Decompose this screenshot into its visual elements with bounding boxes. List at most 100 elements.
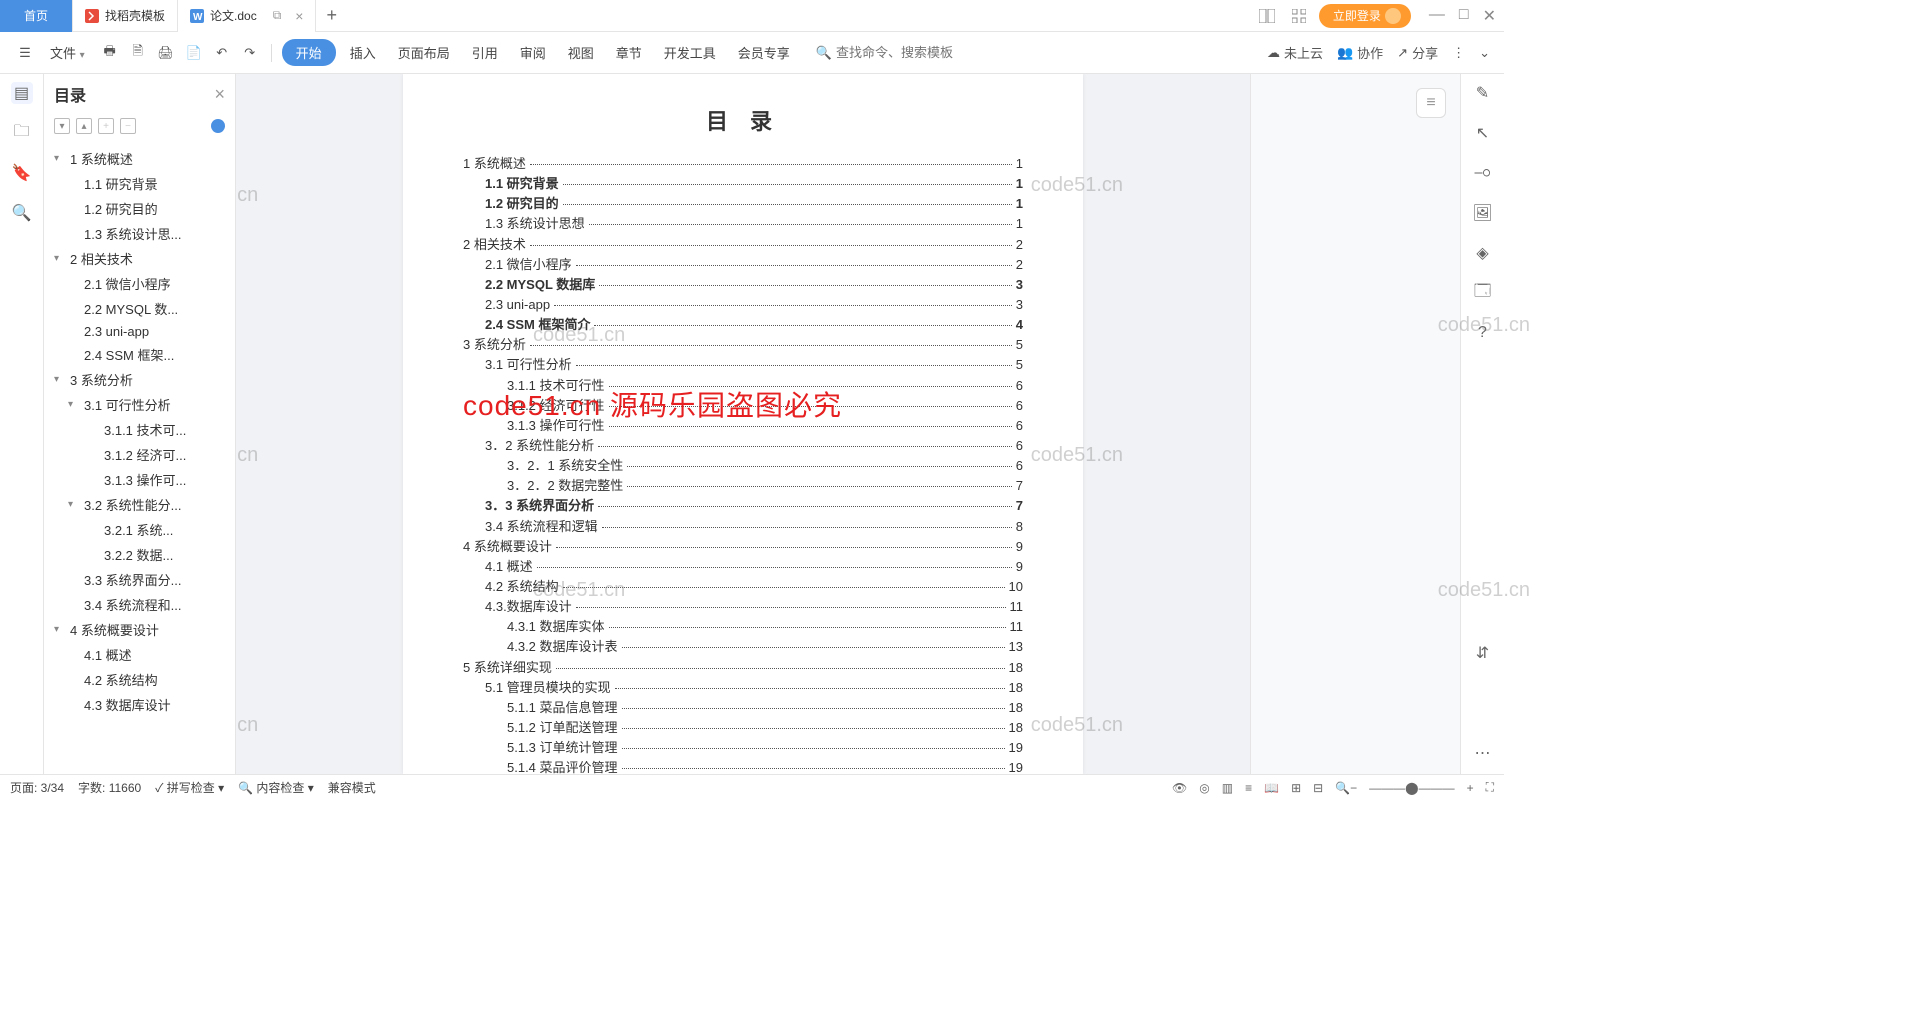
outline-node[interactable]: ▾4 系统概要设计 xyxy=(44,617,235,642)
outline-node[interactable]: 3.3 系统界面分... xyxy=(44,567,235,592)
outline-node[interactable]: ▾2 相关技术 xyxy=(44,246,235,271)
tab-templates[interactable]: 找稻壳模板 xyxy=(73,0,178,32)
outline-node[interactable]: 1.1 研究背景 xyxy=(44,171,235,196)
outline-node[interactable]: 3.2.1 系统... xyxy=(44,517,235,542)
toc-entry[interactable]: 1.1 研究背景1 xyxy=(463,174,1023,194)
word-count[interactable]: 字数: 11660 xyxy=(78,779,141,796)
tab-start[interactable]: 开始 xyxy=(282,39,336,66)
tab-document[interactable]: W 论文.doc ⧉ × xyxy=(178,0,316,32)
tab-devtools[interactable]: 开发工具 xyxy=(656,39,724,66)
collab-button[interactable]: 👥协作 xyxy=(1337,43,1383,62)
layout1-icon[interactable] xyxy=(1255,4,1279,28)
toc-entry[interactable]: 4.3.1 数据库实体11 xyxy=(463,617,1023,637)
outline-node[interactable]: ▾3 系统分析 xyxy=(44,367,235,392)
toc-entry[interactable]: 3.4 系统流程和逻辑8 xyxy=(463,517,1023,537)
add-tab-button[interactable]: + xyxy=(316,5,347,26)
outline-node[interactable]: 3.4 系统流程和... xyxy=(44,592,235,617)
command-search[interactable]: 🔍 xyxy=(816,45,986,61)
file-menu[interactable]: 文件 ▾ xyxy=(42,39,93,66)
outline-node[interactable]: 3.1.2 经济可... xyxy=(44,442,235,467)
add-heading-icon[interactable]: + xyxy=(98,118,114,134)
toc-entry[interactable]: 1.2 研究目的1 xyxy=(463,194,1023,214)
settings-icon[interactable]: ⎯⚬ xyxy=(1472,162,1494,184)
toc-entry[interactable]: 5.1.2 订单配送管理18 xyxy=(463,718,1023,738)
share-button[interactable]: ↗分享 xyxy=(1397,43,1438,62)
collapse-all-icon[interactable]: ▾ xyxy=(54,118,70,134)
toc-entry[interactable]: 4.1 概述9 xyxy=(463,557,1023,577)
read-icon[interactable]: 🗔 xyxy=(1472,282,1494,304)
close-window-icon[interactable]: ✕ xyxy=(1483,6,1496,26)
tab-insert[interactable]: 插入 xyxy=(342,39,384,66)
toc-entry[interactable]: 2.4 SSM 框架简介4 xyxy=(463,315,1023,335)
toc-entry[interactable]: 2.1 微信小程序2 xyxy=(463,255,1023,275)
maximize-icon[interactable]: □ xyxy=(1459,6,1469,26)
toc-entry[interactable]: 1 系统概述1 xyxy=(463,154,1023,174)
toc-entry[interactable]: 2 相关技术2 xyxy=(463,235,1023,255)
toc-entry[interactable]: 4.3.2 数据库设计表13 xyxy=(463,637,1023,657)
toc-entry[interactable]: 3.1.3 操作可行性6 xyxy=(463,416,1023,436)
collapse-ribbon-icon[interactable]: ⌄ xyxy=(1479,45,1490,61)
diamond-icon[interactable]: ◈ xyxy=(1472,242,1494,264)
toc-entry[interactable]: 1.3 系统设计思想1 xyxy=(463,214,1023,234)
spellcheck-toggle[interactable]: ✓ 拼写检查 ▾ xyxy=(155,779,224,796)
outline-node[interactable]: 3.1.3 操作可... xyxy=(44,467,235,492)
outline-icon[interactable]: ▤ xyxy=(11,82,33,104)
image-icon[interactable]: 🖼 xyxy=(1472,202,1494,224)
outline-node[interactable]: 4.2 系统结构 xyxy=(44,667,235,692)
outline-node[interactable]: ▾3.1 可行性分析 xyxy=(44,392,235,417)
help-icon[interactable]: ? xyxy=(1472,322,1494,344)
print-icon[interactable]: 🖨 xyxy=(155,42,177,64)
cloud-status[interactable]: ☁未上云 xyxy=(1267,43,1323,62)
close-panel-icon[interactable]: × xyxy=(214,84,225,105)
zoom-slider[interactable]: ———⬤——— xyxy=(1369,781,1454,795)
outline-node[interactable]: 2.3 uni-app xyxy=(44,321,235,342)
sync-indicator-icon[interactable] xyxy=(211,119,225,133)
tab-view[interactable]: 视图 xyxy=(560,39,602,66)
zoom-in-icon[interactable]: + xyxy=(1467,781,1474,795)
outline-node[interactable]: 2.1 微信小程序 xyxy=(44,271,235,296)
page-indicator[interactable]: 页面: 3/34 xyxy=(10,779,64,796)
toc-entry[interactable]: 3．2．2 数据完整性7 xyxy=(463,476,1023,496)
more-icon[interactable]: ⋮ xyxy=(1452,45,1465,61)
toc-entry[interactable]: 4 系统概要设计9 xyxy=(463,537,1023,557)
tab-chapter[interactable]: 章节 xyxy=(608,39,650,66)
find-icon[interactable]: 🔍 xyxy=(11,202,33,224)
select-icon[interactable]: ↖ xyxy=(1472,122,1494,144)
more-tools-icon[interactable]: ⋯ xyxy=(1472,742,1494,764)
zoom-out-icon[interactable]: 🔍− xyxy=(1335,781,1357,795)
save-icon[interactable]: 🖶 xyxy=(99,42,121,64)
undo-icon[interactable]: ↶ xyxy=(211,42,233,64)
toc-entry[interactable]: 3 系统分析5 xyxy=(463,335,1023,355)
toc-entry[interactable]: 5.1 管理员模块的实现18 xyxy=(463,678,1023,698)
outline-node[interactable]: 1.3 系统设计思... xyxy=(44,221,235,246)
web-view-icon[interactable]: ⊞ xyxy=(1291,781,1301,795)
outline-node[interactable]: ▾3.2 系统性能分... xyxy=(44,492,235,517)
toc-entry[interactable]: 2.2 MYSQL 数据库3 xyxy=(463,275,1023,295)
panel-toggle-icon[interactable]: ≡ xyxy=(1416,88,1446,118)
bookmark-icon[interactable]: 🔖 xyxy=(11,162,33,184)
ruler-icon[interactable]: ⊟ xyxy=(1313,781,1323,795)
close-tab-icon[interactable]: × xyxy=(295,8,303,24)
document-area[interactable]: code51.cn code51.cn code51.cn 目 录 1 系统概述… xyxy=(236,74,1250,774)
toc-entry[interactable]: 3.1.1 技术可行性6 xyxy=(463,376,1023,396)
outline-node[interactable]: 3.2.2 数据... xyxy=(44,542,235,567)
outline-node[interactable]: 1.2 研究目的 xyxy=(44,196,235,221)
toc-entry[interactable]: 3．3 系统界面分析7 xyxy=(463,496,1023,516)
tab-review[interactable]: 审阅 xyxy=(512,39,554,66)
outline-node[interactable]: 4.3 数据库设计 xyxy=(44,692,235,717)
read-view-icon[interactable]: 📖 xyxy=(1264,781,1279,795)
popout-icon[interactable]: ⧉ xyxy=(273,8,282,23)
pen-icon[interactable]: ✎ xyxy=(1472,82,1494,104)
fullscreen-icon[interactable]: ⛶ xyxy=(1486,780,1494,795)
minimize-icon[interactable]: — xyxy=(1429,6,1445,26)
redo-icon[interactable]: ↷ xyxy=(239,42,261,64)
tab-reference[interactable]: 引用 xyxy=(464,39,506,66)
outline-view-icon[interactable]: ≡ xyxy=(1245,781,1252,795)
outline-node[interactable]: 2.2 MYSQL 数... xyxy=(44,296,235,321)
updown-icon[interactable]: ⇵ xyxy=(1472,642,1494,664)
toc-entry[interactable]: 3.1.2 经济可行性6 xyxy=(463,396,1023,416)
parts-icon[interactable]: 🗀 xyxy=(11,122,33,144)
preview-icon[interactable]: 📄 xyxy=(183,42,205,64)
outline-node[interactable]: 4.1 概述 xyxy=(44,642,235,667)
toc-entry[interactable]: 5 系统详细实现18 xyxy=(463,658,1023,678)
